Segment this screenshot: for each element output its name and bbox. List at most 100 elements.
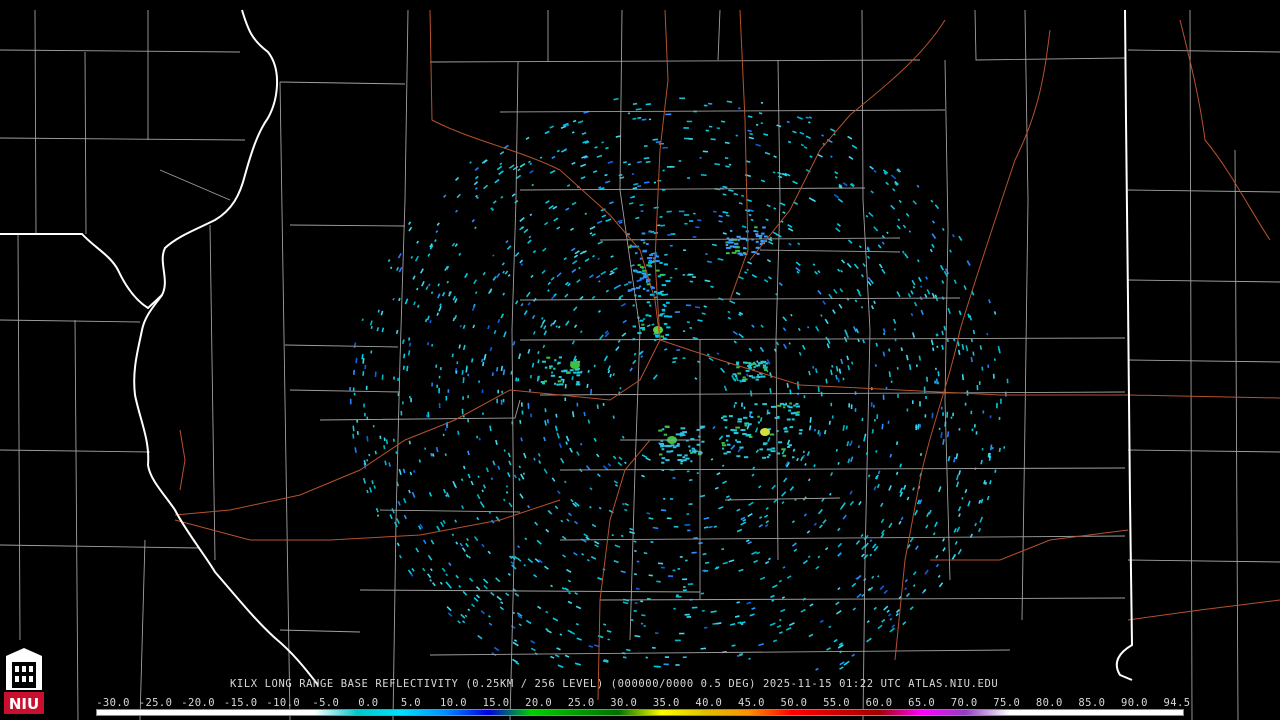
echo-pixel: [408, 337, 411, 341]
echo-pixel: [892, 188, 896, 192]
echo-pixel: [684, 559, 688, 562]
echo-pixel: [812, 263, 816, 267]
echo-pixel: [829, 128, 836, 132]
county-border: [429, 649, 1011, 656]
highway: [654, 9, 669, 341]
echo-pixel: [841, 502, 846, 508]
echo-pixel: [552, 617, 559, 622]
echo-pixel: [510, 561, 514, 565]
echo-pixel: [862, 263, 866, 267]
echo-pixel: [932, 347, 935, 352]
echo-pixel: [571, 376, 574, 381]
echo-pixel: [890, 174, 897, 180]
echo-pixel: [467, 395, 469, 399]
echo-pixel: [451, 533, 455, 537]
echo-pixel: [883, 589, 888, 595]
echo-pixel: [720, 120, 726, 123]
echo-pixel: [767, 436, 771, 442]
echo-pixel: [407, 569, 413, 575]
echo-pixel: [490, 477, 494, 480]
echo-pixel: [782, 327, 787, 332]
echo-pixel: [726, 443, 731, 446]
echo-pixel: [744, 271, 748, 274]
echo-pixel: [787, 227, 794, 232]
echo-pixel: [804, 463, 807, 466]
echo-pixel: [517, 378, 520, 382]
echo-pixel: [392, 297, 395, 301]
echo-pixel: [745, 378, 748, 381]
scale-label: 65.0: [908, 697, 936, 709]
echo-pixel: [725, 495, 730, 499]
county-border: [392, 9, 409, 720]
echo-pixel: [500, 399, 503, 405]
echo-pixel: [918, 276, 922, 282]
echo-pixel: [714, 486, 719, 490]
echo-pixel: [409, 471, 413, 476]
echo-pixel: [721, 464, 725, 467]
echo-pixel: [953, 528, 957, 533]
echo-pixel: [481, 503, 485, 508]
echo-pixel: [970, 410, 973, 415]
echo-pixel: [576, 278, 581, 284]
echo-pixel: [791, 418, 795, 421]
scale-label: 35.0: [652, 697, 680, 709]
echo-pixel: [528, 160, 531, 164]
echo-pixel: [905, 213, 910, 217]
echo-pixel: [850, 404, 853, 409]
echo-pixel: [977, 527, 982, 533]
echo-pixel: [476, 516, 480, 521]
echo-pixel: [744, 422, 749, 425]
echo-pixel: [532, 250, 537, 254]
echo-pixel: [738, 107, 741, 110]
echo-pixel: [756, 376, 761, 378]
echo-pixel: [658, 429, 663, 432]
echo-pixel: [873, 226, 879, 232]
echo-pixel: [765, 362, 769, 365]
echo-pixel: [847, 365, 851, 371]
echo-pixel: [957, 506, 962, 512]
echo-pixel: [821, 134, 824, 137]
echo-pixel: [477, 475, 480, 478]
echo-pixel: [547, 281, 551, 286]
echo-pixel: [699, 494, 706, 498]
echo-pixel: [965, 345, 969, 352]
echo-core: [570, 361, 580, 369]
echo-pixel: [704, 561, 710, 565]
echo-pixel: [385, 439, 389, 445]
echo-pixel: [422, 567, 426, 572]
echo-pixel: [622, 656, 627, 659]
echo-pixel: [435, 364, 438, 368]
echo-pixel: [881, 241, 885, 245]
echo-pixel: [549, 365, 553, 368]
echo-pixel: [514, 251, 520, 257]
echo-pixel: [493, 330, 497, 335]
echo-pixel: [675, 596, 682, 598]
echo-pixel: [488, 622, 493, 626]
echo-pixel: [554, 654, 560, 658]
echo-pixel: [705, 129, 709, 132]
highway: [930, 529, 1129, 561]
echo-pixel: [686, 470, 690, 473]
echo-pixel: [373, 485, 376, 489]
echo-pixel: [953, 279, 957, 284]
echo-pixel: [645, 160, 651, 164]
echo-pixel: [556, 383, 560, 386]
echo-pixel: [925, 524, 929, 529]
echo-pixel: [851, 144, 858, 149]
echo-pixel: [383, 437, 386, 441]
echo-pixel: [980, 498, 984, 504]
echo-pixel: [765, 520, 770, 524]
highway: [429, 9, 661, 341]
echo-pixel: [445, 573, 449, 577]
echo-pixel: [599, 334, 604, 340]
echo-pixel: [833, 193, 840, 199]
echo-pixel: [574, 250, 580, 255]
echo-pixel: [596, 220, 603, 225]
echo-pixel: [746, 268, 749, 271]
echo-pixel: [402, 340, 405, 345]
echo-pixel: [369, 320, 373, 326]
echo-pixel: [442, 433, 445, 437]
echo-pixel: [724, 157, 729, 160]
echo-pixel: [566, 371, 570, 374]
echo-pixel: [976, 384, 979, 391]
